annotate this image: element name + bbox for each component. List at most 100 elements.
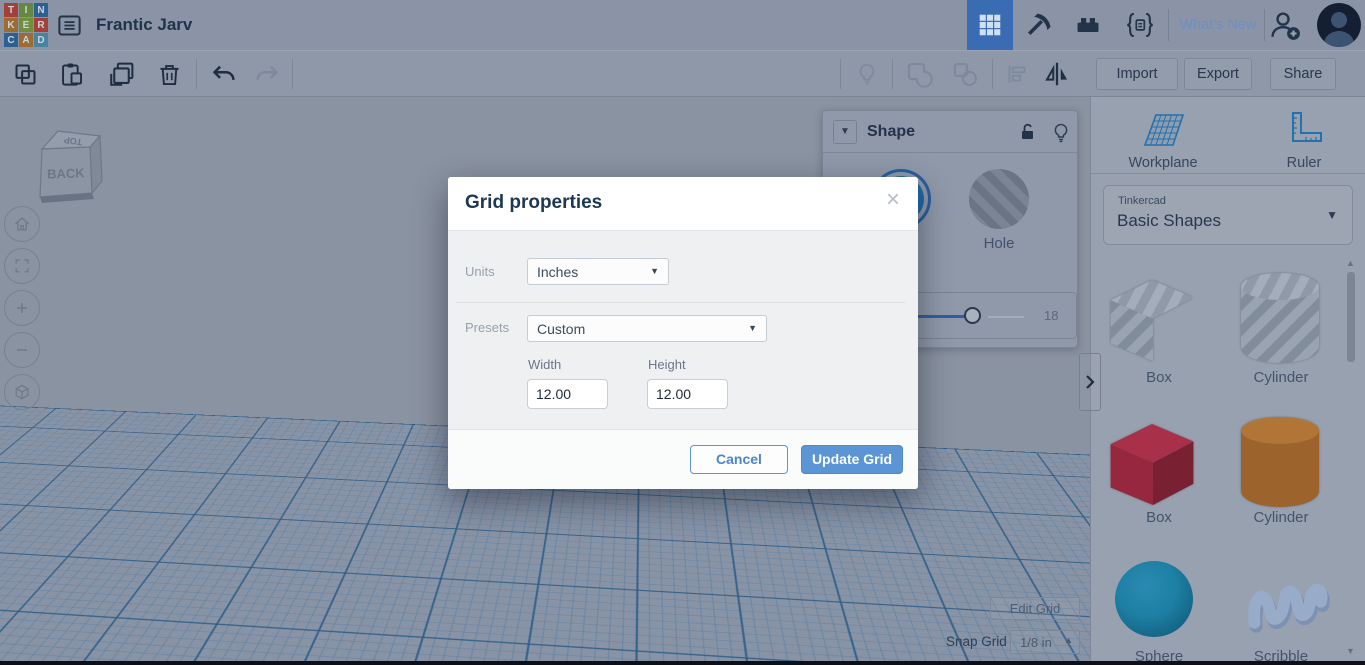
lightbulb-icon bbox=[859, 63, 875, 85]
workplane-icon bbox=[1143, 114, 1185, 146]
presets-select[interactable]: Custom ▼ bbox=[527, 315, 767, 342]
paste-icon bbox=[61, 62, 82, 86]
collapse-sidebar-handle[interactable] bbox=[1079, 353, 1101, 411]
copy-icon bbox=[14, 63, 36, 85]
topbar-divider bbox=[1168, 9, 1169, 41]
shape-tile-box-striped[interactable] bbox=[1105, 269, 1199, 361]
library-scrollbar-thumb[interactable] bbox=[1347, 272, 1355, 362]
library-divider bbox=[1091, 173, 1365, 174]
tinkercad-logo[interactable]: T I N K E R C A D bbox=[4, 3, 48, 47]
shape-tile-scribble[interactable] bbox=[1243, 559, 1335, 641]
box-red-graphic bbox=[1105, 413, 1199, 505]
shape-tile-box-red[interactable] bbox=[1105, 413, 1199, 505]
snap-grid-value: 1/8 in bbox=[1020, 635, 1052, 650]
logo-tile: N bbox=[34, 3, 48, 17]
brick-icon bbox=[1077, 18, 1099, 32]
edit-grid-button[interactable]: Edit Grid bbox=[990, 597, 1080, 620]
cancel-button[interactable]: Cancel bbox=[690, 445, 788, 474]
export-button[interactable]: Export bbox=[1184, 58, 1252, 90]
close-icon[interactable]: × bbox=[886, 188, 900, 212]
design-menu-button[interactable] bbox=[56, 12, 83, 39]
edit-toolbar: Import Export Share bbox=[0, 50, 1365, 97]
shape-tile-cylinder-striped[interactable] bbox=[1241, 273, 1319, 363]
presets-label: Presets bbox=[465, 320, 510, 335]
home-view-button[interactable] bbox=[4, 206, 40, 242]
collapse-panel-button[interactable]: ▼ bbox=[833, 120, 857, 144]
slider-track-rest[interactable] bbox=[988, 316, 1024, 318]
cylinder-striped-graphic bbox=[1241, 273, 1319, 363]
toolbar-divider bbox=[892, 59, 893, 89]
logo-tile: T bbox=[4, 3, 18, 17]
collection-category: Tinkercad bbox=[1118, 195, 1166, 207]
workplane-tool[interactable] bbox=[1141, 109, 1187, 151]
design-title[interactable]: Frantic Jarv bbox=[96, 15, 192, 35]
minecraft-export-tab[interactable] bbox=[1013, 0, 1063, 50]
slider-knob[interactable] bbox=[964, 307, 981, 324]
units-select[interactable]: Inches ▼ bbox=[527, 258, 669, 285]
workplane-label: Workplane bbox=[1128, 155, 1198, 171]
update-grid-button[interactable]: Update Grid bbox=[801, 445, 903, 474]
invite-people-button[interactable] bbox=[1268, 9, 1302, 41]
align-button[interactable] bbox=[1002, 59, 1032, 89]
view-cube[interactable]: TOP BACK bbox=[28, 121, 108, 211]
scroll-up-icon[interactable]: ▲ bbox=[1346, 258, 1355, 268]
share-button[interactable]: Share bbox=[1270, 58, 1336, 90]
hole-swatch[interactable] bbox=[969, 169, 1029, 229]
width-input[interactable] bbox=[527, 379, 608, 409]
fit-view-icon bbox=[15, 259, 29, 273]
codeblocks-tab[interactable] bbox=[1113, 0, 1167, 50]
zoom-in-button[interactable] bbox=[4, 290, 40, 326]
account-avatar[interactable] bbox=[1317, 3, 1361, 47]
scroll-down-icon[interactable]: ▼ bbox=[1346, 646, 1355, 656]
window-bottom-edge bbox=[0, 661, 1365, 665]
hide-lightbulb-icon[interactable] bbox=[1049, 120, 1073, 144]
fit-view-button[interactable] bbox=[4, 248, 40, 284]
dialog-title: Grid properties bbox=[465, 192, 603, 213]
ungroup-button[interactable] bbox=[950, 59, 980, 89]
unlock-icon[interactable] bbox=[1015, 120, 1039, 144]
snap-grid-dropdown[interactable]: 1/8 in ▲ bbox=[1010, 630, 1080, 654]
avatar-silhouette-icon bbox=[1324, 12, 1354, 47]
logo-tile: A bbox=[19, 33, 33, 47]
perspective-toggle-button[interactable] bbox=[4, 374, 40, 410]
whats-new-link[interactable]: What's New bbox=[1172, 0, 1264, 50]
shape-label-box2: Box bbox=[1146, 509, 1172, 526]
delete-button[interactable] bbox=[154, 59, 184, 89]
cylinder-orange-graphic bbox=[1241, 417, 1319, 507]
show-all-button[interactable] bbox=[852, 59, 882, 89]
copy-button[interactable] bbox=[10, 59, 40, 89]
export-label: Export bbox=[1197, 66, 1239, 82]
group-button[interactable] bbox=[904, 59, 934, 89]
shapes-library-panel: Workplane Ruler Tinkercad Basic Shapes ▼… bbox=[1090, 97, 1365, 665]
dialog-body: Units Inches ▼ Presets Custom ▼ Width He… bbox=[448, 231, 918, 429]
import-button[interactable]: Import bbox=[1096, 58, 1178, 90]
redo-button[interactable] bbox=[252, 59, 282, 89]
shape-label-cylinder: Cylinder bbox=[1253, 369, 1309, 386]
ruler-label: Ruler bbox=[1286, 155, 1322, 171]
presets-value: Custom bbox=[537, 321, 586, 337]
blocks-editor-tab[interactable] bbox=[967, 0, 1013, 50]
caret-up-icon: ▲ bbox=[1064, 635, 1073, 645]
shape-tile-sphere[interactable] bbox=[1115, 561, 1193, 637]
logo-tile: I bbox=[19, 3, 33, 17]
shape-tile-cylinder-orange[interactable] bbox=[1241, 417, 1319, 507]
shape-panel-header: ▼ Shape bbox=[823, 111, 1077, 153]
ruler-tool[interactable] bbox=[1283, 110, 1325, 150]
ruler-icon bbox=[1292, 112, 1322, 142]
paste-button[interactable] bbox=[56, 59, 86, 89]
height-input[interactable] bbox=[647, 379, 728, 409]
zoom-out-button[interactable] bbox=[4, 332, 40, 368]
toolbar-divider bbox=[992, 59, 993, 89]
logo-tile: E bbox=[19, 18, 33, 32]
units-value: Inches bbox=[537, 264, 579, 280]
shape-collection-dropdown[interactable]: Tinkercad Basic Shapes ▼ bbox=[1103, 185, 1353, 245]
toolbar-divider bbox=[196, 59, 197, 89]
undo-button[interactable] bbox=[208, 59, 238, 89]
duplicate-icon bbox=[109, 62, 133, 86]
mirror-button[interactable] bbox=[1042, 59, 1072, 89]
duplicate-button[interactable] bbox=[106, 59, 136, 89]
slider-value[interactable]: 18 bbox=[1044, 308, 1058, 323]
grid-properties-dialog: Grid properties × Units Inches ▼ Presets… bbox=[448, 177, 918, 489]
brick-export-tab[interactable] bbox=[1063, 0, 1113, 50]
toolbar-divider bbox=[292, 59, 293, 89]
